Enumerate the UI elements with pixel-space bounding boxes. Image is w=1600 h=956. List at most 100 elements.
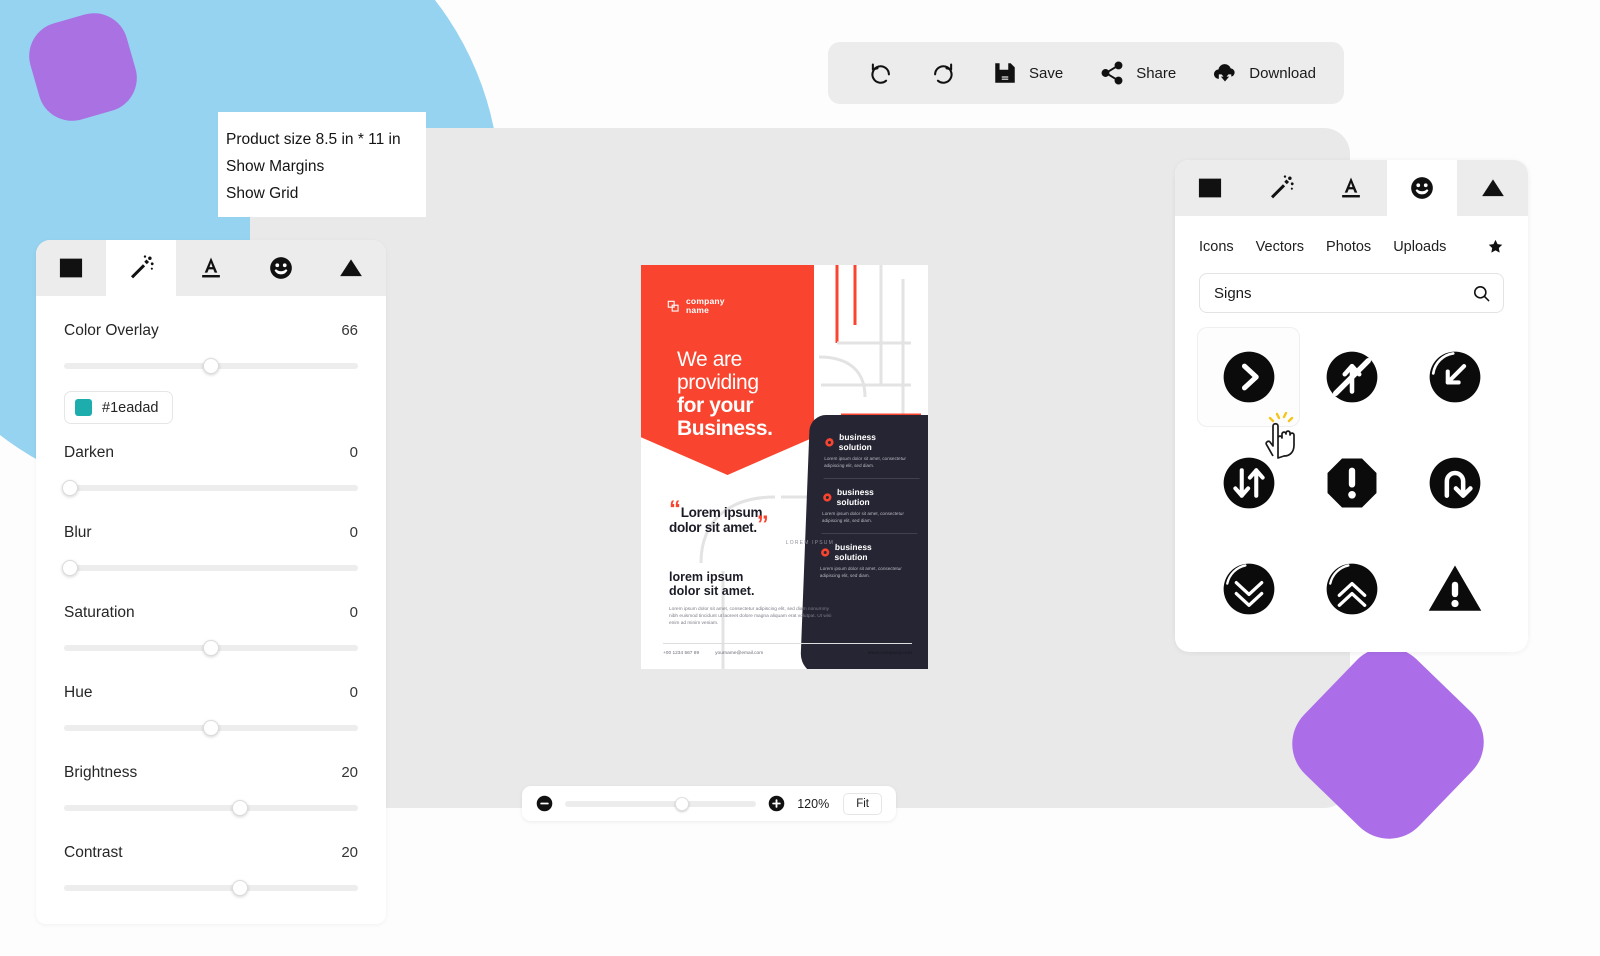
asset-category-tabs: Icons Vectors Photos Uploads (1175, 216, 1528, 265)
text-icon (1342, 177, 1361, 198)
solution-body: Lorem ipsum dolor sit amet, consectetur … (823, 456, 907, 468)
subsection-title-line1: lorem ipsum (669, 570, 744, 584)
asset-two-way-arrows-circle[interactable] (1197, 433, 1300, 533)
headline-line-1: We are (677, 348, 742, 371)
favorites-button[interactable] (1487, 238, 1504, 255)
save-button[interactable]: Save (978, 53, 1077, 93)
right-tab-shapes[interactable] (1457, 160, 1528, 216)
search-icon[interactable] (1472, 284, 1491, 308)
left-tab-stickers[interactable] (246, 240, 316, 296)
slider-track (64, 565, 358, 571)
right-tab-effects[interactable] (1245, 160, 1317, 216)
smiley-icon (1411, 177, 1433, 199)
asset-exclamation-octagon[interactable] (1300, 433, 1403, 533)
zoom-in-button[interactable] (768, 795, 785, 812)
asset-no-straight-ahead[interactable] (1300, 327, 1403, 427)
tab-vectors[interactable]: Vectors (1256, 239, 1304, 255)
blur-value: 0 (349, 524, 358, 541)
show-margins-row[interactable]: Show Margins (226, 153, 426, 180)
hue-slider[interactable] (64, 720, 358, 736)
left-tab-image[interactable] (36, 240, 106, 296)
tab-icons[interactable]: Icons (1199, 239, 1234, 255)
zoom-out-button[interactable] (536, 795, 553, 812)
blur-slider[interactable] (61, 560, 358, 576)
right-tab-stickers[interactable] (1386, 160, 1458, 216)
saturation-slider[interactable] (64, 640, 358, 656)
show-grid-row[interactable]: Show Grid (226, 180, 426, 207)
slider-knob[interactable] (203, 720, 219, 736)
contrast-slider[interactable] (64, 880, 358, 896)
asset-arrow-down-left-circle[interactable] (1403, 327, 1506, 427)
image-icon (1199, 178, 1222, 198)
star-icon (1488, 239, 1503, 253)
darken-value: 0 (349, 444, 358, 461)
slider-knob[interactable] (203, 640, 219, 656)
share-button[interactable]: Share (1085, 53, 1190, 93)
redo-icon (930, 60, 956, 86)
poster-subsection: lorem ipsum dolor sit amet. Lorem ipsum … (669, 570, 839, 627)
control-saturation: Saturation 0 (64, 604, 358, 656)
brightness-value: 20 (341, 764, 358, 781)
slider-track (64, 805, 358, 811)
product-size-row[interactable]: Product size 8.5 in * 11 in (226, 126, 426, 153)
asset-u-turn-circle[interactable] (1403, 433, 1506, 533)
color-overlay-slider[interactable] (64, 358, 358, 374)
left-tab-shapes[interactable] (316, 240, 386, 296)
slider-knob[interactable] (61, 480, 78, 496)
triangle-icon (340, 259, 362, 277)
image-icon (59, 258, 83, 278)
left-tab-effects[interactable] (106, 240, 176, 296)
save-icon (992, 60, 1018, 86)
right-panel-tabstrip (1175, 160, 1528, 216)
asset-search[interactable] (1199, 273, 1504, 313)
control-contrast: Contrast 20 (64, 844, 358, 896)
control-darken: Darken 0 (61, 444, 358, 496)
no-straight-ahead-icon (1326, 351, 1377, 403)
tab-uploads[interactable]: Uploads (1393, 239, 1446, 255)
triangle-icon (1481, 179, 1504, 197)
asset-arrow-right-circle[interactable] (1197, 327, 1300, 427)
color-swatch-preview (75, 399, 92, 416)
asset-chevron-double-up-circle[interactable] (1300, 539, 1403, 639)
subsection-body: Lorem ipsum dolor sit amet, consectetur … (669, 607, 832, 626)
darken-slider[interactable] (61, 480, 358, 496)
slider-knob[interactable] (232, 880, 249, 896)
hue-label: Hue (64, 684, 93, 701)
gear-icon (821, 548, 830, 557)
asset-chevron-double-down-circle[interactable] (1197, 539, 1300, 639)
brightness-slider[interactable] (64, 800, 358, 816)
slider-knob[interactable] (61, 560, 78, 576)
fit-button[interactable]: Fit (843, 792, 882, 815)
tab-photos[interactable]: Photos (1326, 239, 1371, 255)
zoom-percentage: 120% (797, 796, 830, 811)
assets-panel: Icons Vectors Photos Uploads (1175, 160, 1528, 652)
footer-phone: +00 1234 567 89 (663, 651, 700, 656)
zoom-slider[interactable] (565, 796, 757, 811)
footer-website: www.company.com (867, 651, 912, 656)
share-icon (1099, 60, 1125, 86)
slider-knob[interactable] (203, 358, 219, 374)
darken-label: Darken (64, 444, 114, 461)
solution-item: business solution Lorem ipsum dolor sit … (823, 432, 928, 469)
right-tab-text[interactable] (1316, 160, 1387, 216)
zoom-slider-knob[interactable] (674, 796, 689, 811)
left-tab-text[interactable] (176, 240, 246, 296)
chevron-double-up-circle-icon (1326, 563, 1377, 615)
search-input[interactable] (1200, 274, 1503, 312)
document-preview[interactable]: company name We are providing for your B… (641, 265, 928, 669)
asset-warning-triangle[interactable] (1403, 539, 1506, 639)
minus-circle-icon (536, 795, 553, 812)
undo-icon (868, 60, 894, 86)
slider-knob[interactable] (232, 800, 249, 816)
undo-button[interactable] (854, 53, 908, 93)
u-turn-circle-icon (1429, 457, 1480, 509)
redo-button[interactable] (916, 53, 970, 93)
saturation-label: Saturation (64, 604, 135, 621)
warning-triangle-icon (1428, 565, 1481, 611)
footer-email: yourname@email.com (715, 651, 764, 656)
right-tab-image[interactable] (1175, 160, 1246, 216)
color-swatch-hex: #1eadad (102, 399, 159, 416)
smiley-icon (270, 257, 292, 279)
download-button[interactable]: Download (1198, 53, 1330, 93)
color-swatch-button[interactable]: #1eadad (64, 391, 174, 424)
